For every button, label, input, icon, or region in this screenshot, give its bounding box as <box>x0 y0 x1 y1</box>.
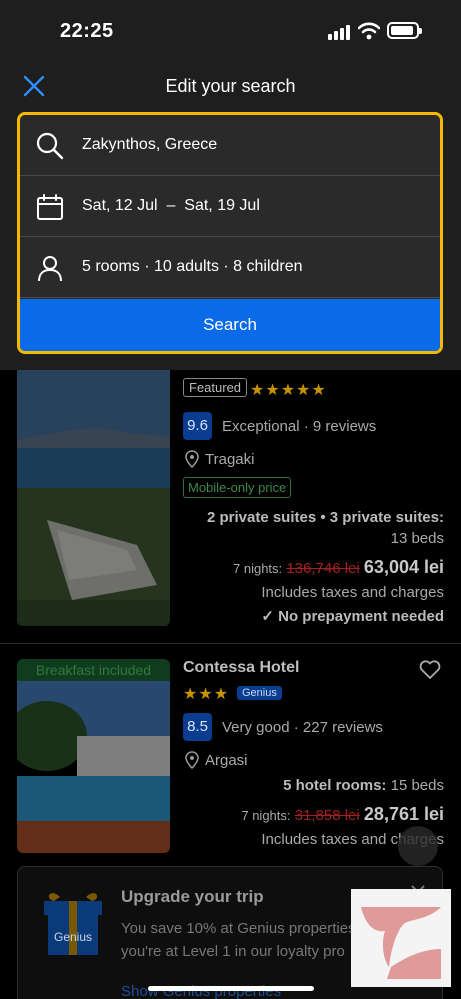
rating-text: Exceptional <box>222 418 300 435</box>
hotel-name[interactable]: Contessa Hotel <box>183 659 299 677</box>
calendar-icon <box>37 194 63 220</box>
beds-count: 13 beds <box>390 530 444 547</box>
battery-icon <box>387 22 422 39</box>
wifi-icon <box>358 22 380 40</box>
location-pin-icon <box>185 450 199 468</box>
gift-label: Genius <box>54 930 92 944</box>
price-line: 7 nights: 31,858 lei 28,761 lei <box>241 804 444 825</box>
logo-graphic <box>361 907 441 979</box>
rating-line: Very good · 227 reviews <box>222 719 383 736</box>
watermark-logo <box>351 889 451 987</box>
guests-field[interactable]: 5 rooms · 10 adults · 8 children <box>20 237 440 298</box>
hotel-photo <box>17 681 170 853</box>
breakfast-ribbon: Breakfast included <box>17 659 170 681</box>
destination-field[interactable]: Zakynthos, Greece <box>20 115 440 176</box>
search-button[interactable]: Search <box>20 299 440 351</box>
current-price: 28,761 lei <box>363 804 444 824</box>
old-price: 136,746 lei <box>286 560 360 577</box>
signal-icon <box>328 24 352 40</box>
edit-search-panel: Edit your search Zakynthos, Greece Sat, … <box>0 62 461 370</box>
location-pin-icon <box>185 751 199 769</box>
genius-badge: Genius <box>237 686 282 700</box>
person-icon <box>38 256 62 282</box>
nights-label: 7 nights: <box>241 808 291 823</box>
taxes-note: Includes taxes and charges <box>261 584 444 601</box>
star-rating: ★★★ <box>183 686 230 703</box>
dates-field[interactable]: Sat, 12 Jul – Sat, 19 Jul <box>20 176 440 237</box>
hotel-image <box>17 370 170 626</box>
gift-icon: Genius <box>44 893 102 955</box>
search-icon <box>36 132 64 160</box>
hotel-image <box>17 681 170 853</box>
featured-badge: Featured <box>183 378 248 397</box>
review-score: 8.5 <box>183 713 212 741</box>
star-rating: ★★★★★ <box>250 382 327 399</box>
review-score: 9.6 <box>183 412 212 440</box>
rooms-summary: 2 private suites • 3 private suites: <box>206 509 444 526</box>
rooms-summary: 5 hotel rooms: <box>283 777 387 794</box>
mobile-price-tag: Mobile-only price <box>183 477 292 498</box>
heart-icon[interactable] <box>419 660 441 680</box>
current-price: 63,004 lei <box>363 557 444 577</box>
review-count: · 227 reviews <box>293 719 383 736</box>
nights-label: 7 nights: <box>233 561 283 576</box>
rating-text: Very good <box>222 719 290 736</box>
upgrade-title: Upgrade your trip <box>121 887 264 906</box>
dates-value: Sat, 12 Jul – Sat, 19 Jul <box>82 197 260 214</box>
hotel-photo <box>17 370 170 626</box>
floating-button[interactable] <box>398 826 438 866</box>
location-text: Argasi <box>205 752 248 769</box>
page-title: Edit your search <box>165 76 296 96</box>
status-time: 22:25 <box>60 20 114 42</box>
prepayment-note: ✓ No prepayment needed <box>261 608 444 625</box>
upgrade-text: You save 10% at Genius properties – you'… <box>121 920 369 960</box>
search-form: Zakynthos, Greece Sat, 12 Jul – Sat, 19 … <box>17 112 443 354</box>
home-indicator <box>148 986 314 991</box>
location-text: Tragaki <box>205 451 255 468</box>
rating-line: Exceptional · 9 reviews <box>222 418 376 435</box>
rooms-line: 5 hotel rooms: 15 beds <box>283 777 444 794</box>
destination-value: Zakynthos, Greece <box>82 136 218 153</box>
guests-value: 5 rooms · 10 adults · 8 children <box>82 258 303 275</box>
beds-count: 15 beds <box>390 777 444 794</box>
price-line: 7 nights: 136,746 lei 63,004 lei <box>233 557 444 578</box>
old-price: 31,858 lei <box>294 807 360 824</box>
review-count: · 9 reviews <box>303 418 377 435</box>
status-bar: 22:25 <box>0 0 461 62</box>
divider <box>0 643 461 644</box>
